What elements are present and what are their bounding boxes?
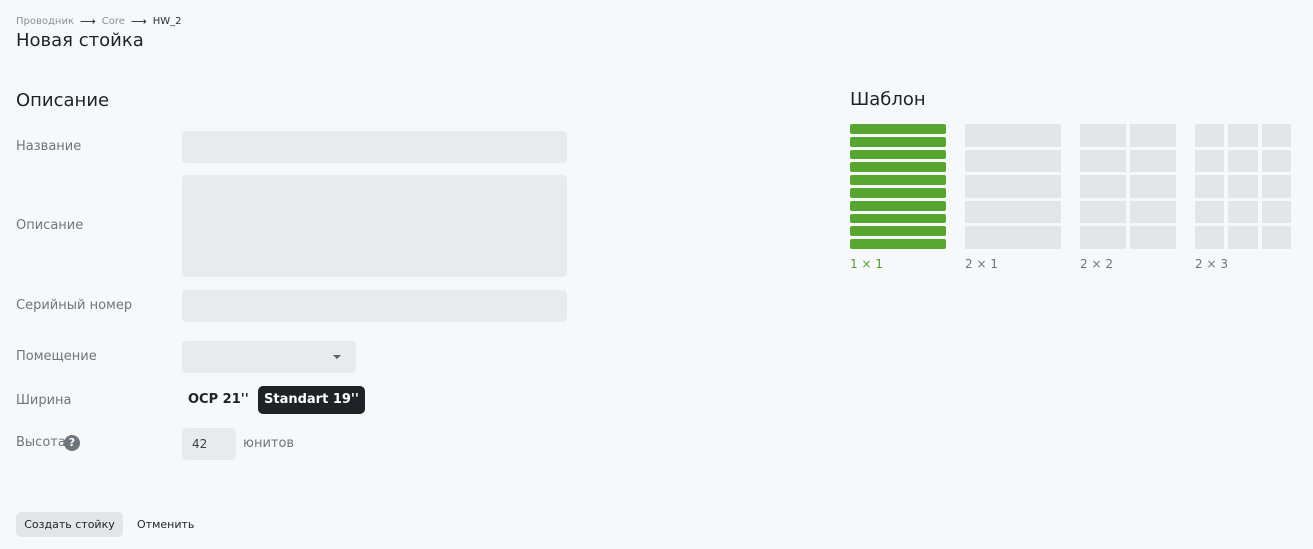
help-icon[interactable]: ? <box>64 435 80 451</box>
template-2x3-preview <box>1195 124 1291 249</box>
template-row <box>850 124 946 134</box>
breadcrumb-item-current: HW_2 <box>152 16 182 27</box>
width-label: Ширина <box>16 393 72 408</box>
template-row <box>850 136 946 147</box>
create-rack-button[interactable]: Создать стойку <box>16 512 123 537</box>
breadcrumb-item-core[interactable]: Core <box>102 16 125 27</box>
description-textarea[interactable] <box>182 175 567 277</box>
template-cell <box>1195 226 1225 249</box>
template-cell <box>965 124 1061 147</box>
name-input[interactable] <box>182 131 567 163</box>
breadcrumb: Проводник ⟶ Core ⟶ HW_2 <box>16 15 182 28</box>
template-row <box>850 213 946 224</box>
template-cell <box>965 200 1061 224</box>
serial-number-label: Серийный номер <box>16 298 133 313</box>
template-2x3[interactable] <box>1195 124 1291 249</box>
template-cell <box>965 226 1061 249</box>
template-2x2-label: 2 × 2 <box>1080 257 1113 271</box>
template-cell <box>1261 149 1291 173</box>
template-cell <box>1130 200 1176 224</box>
template-cell <box>1080 200 1126 224</box>
template-row <box>850 226 946 237</box>
page-title: Новая стойка <box>16 30 144 51</box>
template-cell <box>1228 149 1258 173</box>
height-input[interactable]: 42 <box>182 428 236 460</box>
template-cell <box>1130 175 1176 198</box>
template-1x1-preview <box>850 124 946 249</box>
template-section-title: Шаблон <box>850 89 926 110</box>
template-1x1[interactable] <box>850 124 946 249</box>
template-cell <box>1195 175 1225 198</box>
description-label: Описание <box>16 218 84 233</box>
template-cell <box>1228 200 1258 224</box>
template-2x3-label: 2 × 3 <box>1195 257 1228 271</box>
breadcrumb-item-explorer[interactable]: Проводник <box>16 16 74 27</box>
serial-number-input[interactable] <box>182 290 567 322</box>
template-cell <box>1080 175 1126 198</box>
template-row <box>850 175 946 185</box>
template-2x2-preview <box>1080 124 1176 249</box>
template-cell <box>1130 124 1176 147</box>
template-cell <box>1195 200 1225 224</box>
room-select[interactable] <box>182 341 356 373</box>
height-label: Высота <box>16 435 66 450</box>
template-cell <box>1130 226 1176 249</box>
template-cell <box>1080 149 1126 173</box>
template-cell <box>1228 226 1258 249</box>
width-option-standart[interactable]: Standart 19'' <box>258 386 365 414</box>
template-2x2[interactable] <box>1080 124 1176 249</box>
height-units-label: юнитов <box>243 436 295 451</box>
template-cell <box>1261 226 1291 249</box>
template-cell <box>1195 149 1225 173</box>
template-row <box>850 239 946 249</box>
width-option-ocp[interactable]: OCP 21'' <box>182 386 255 414</box>
template-cell <box>1195 124 1225 147</box>
arrow-right-icon: ⟶ <box>130 15 147 28</box>
template-cell <box>1261 200 1291 224</box>
template-row <box>850 162 946 173</box>
template-cell <box>965 175 1061 198</box>
template-row <box>850 149 946 160</box>
template-1x1-label: 1 × 1 <box>850 257 883 271</box>
template-2x1[interactable] <box>965 124 1061 249</box>
template-row <box>850 187 946 198</box>
template-cell <box>1261 124 1291 147</box>
template-cell <box>1261 175 1291 198</box>
chevron-down-icon <box>333 355 341 359</box>
cancel-button[interactable]: Отменить <box>137 512 194 537</box>
description-section-title: Описание <box>16 90 110 111</box>
template-cell <box>1130 149 1176 173</box>
template-2x1-label: 2 × 1 <box>965 257 998 271</box>
template-cell <box>1080 226 1126 249</box>
template-cell <box>1228 175 1258 198</box>
room-label: Помещение <box>16 349 97 364</box>
name-label: Название <box>16 139 82 154</box>
template-2x1-preview <box>965 124 1061 249</box>
template-cell <box>1228 124 1258 147</box>
template-row <box>850 200 946 211</box>
template-cell <box>1080 124 1126 147</box>
arrow-right-icon: ⟶ <box>80 15 96 28</box>
template-cell <box>965 149 1061 173</box>
